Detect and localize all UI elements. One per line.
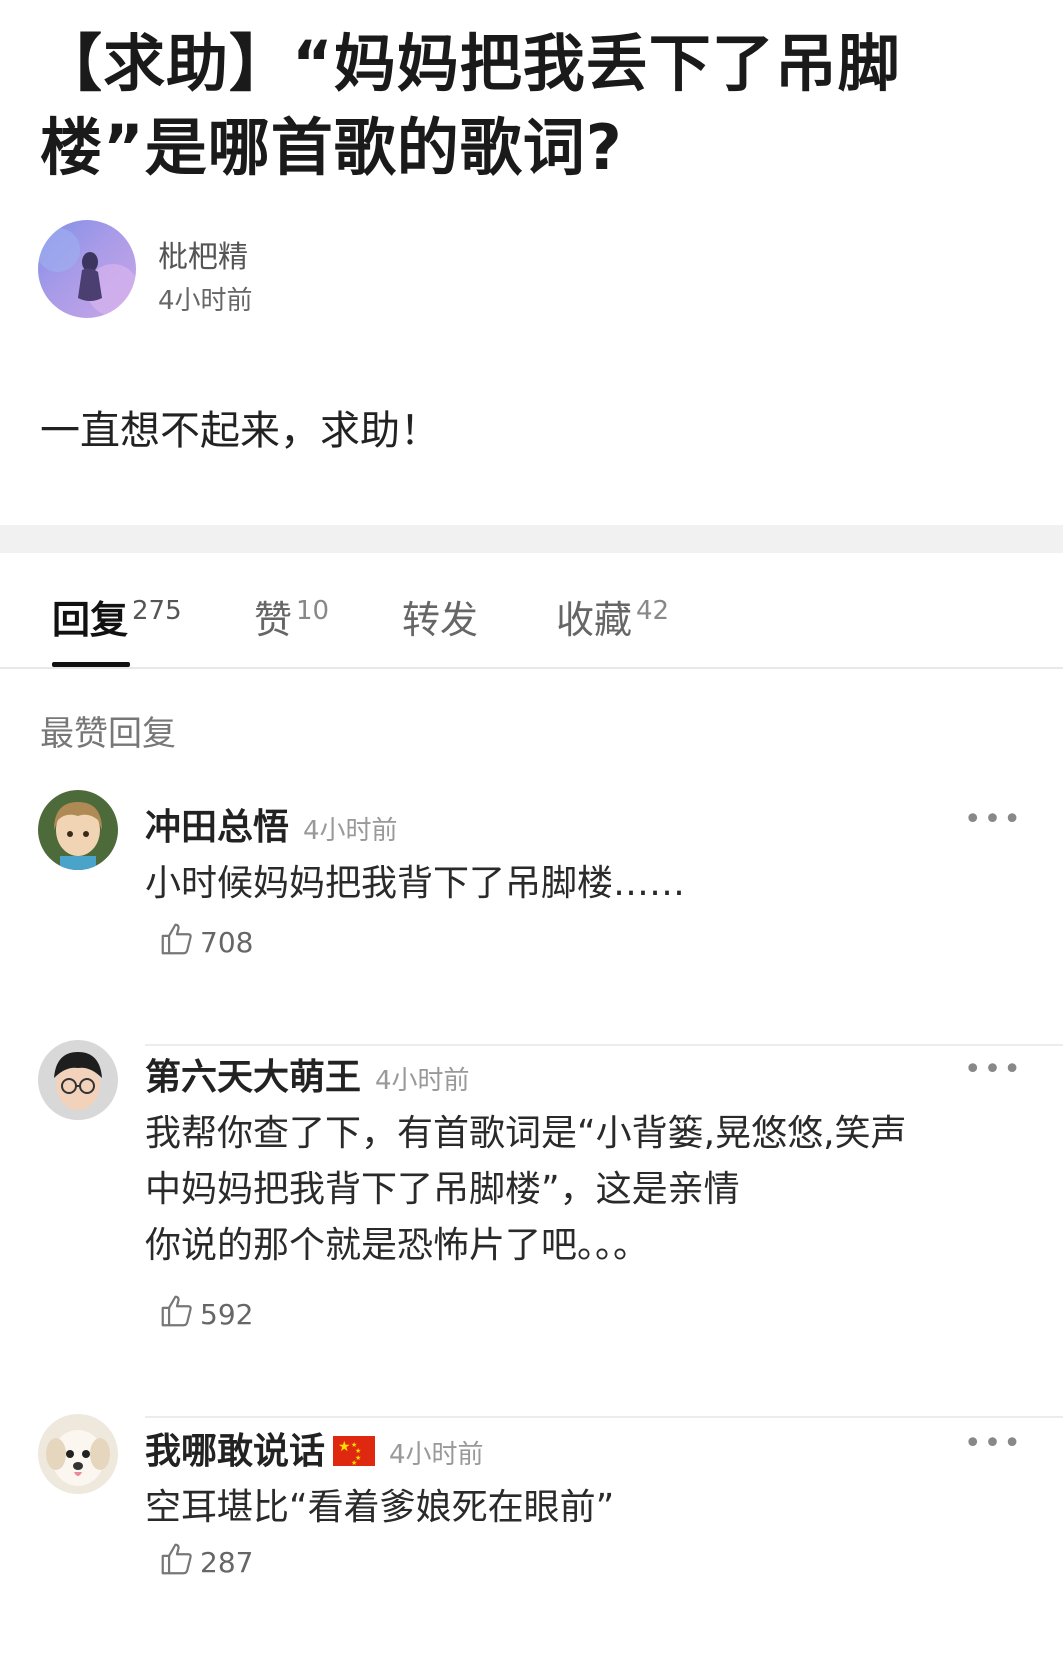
commenter-avatar[interactable] (38, 790, 118, 870)
comment-text: 小时候妈妈把我背下了吊脚楼…… (145, 856, 1005, 912)
active-tab-indicator (52, 662, 130, 667)
comment-text: 我帮你查了下，有首歌词是“小背篓,晃悠悠,笑声 中妈妈把我背下了吊脚楼”，这是亲… (145, 1106, 1005, 1274)
like-button[interactable]: 592 (158, 1292, 253, 1337)
comment-line: 小时候妈妈把我背下了吊脚楼…… (145, 863, 686, 904)
author-name[interactable]: 枇杷精 (158, 232, 248, 276)
commenter-avatar[interactable] (38, 1414, 118, 1494)
section-title: 最赞回复 (40, 714, 176, 754)
like-button[interactable]: 708 (158, 920, 253, 965)
like-count: 287 (200, 1546, 254, 1579)
commenter-name[interactable]: 我哪敢说话 ★ ★ ★ ★ ★ 4小时前 (145, 1422, 484, 1474)
comment-line: 我帮你查了下，有首歌词是“小背篓,晃悠悠,笑声 (145, 1113, 907, 1154)
tab-replies[interactable]: 回复 275 (52, 589, 182, 644)
more-dots-icon[interactable]: ••• (964, 1052, 1023, 1087)
commenter-name-text: 我哪敢说话 (145, 1431, 326, 1472)
tab-count: 42 (636, 596, 670, 626)
thumbs-up-icon (158, 1292, 200, 1337)
like-count: 592 (200, 1298, 254, 1331)
comment-item: 我哪敢说话 ★ ★ ★ ★ ★ 4小时前 ••• 空耳堪比“看着爹娘死在眼前” 287 (0, 1414, 1063, 1644)
comment-time: 4小时前 (303, 816, 398, 846)
tab-likes[interactable]: 赞 10 (254, 589, 329, 644)
tab-reposts[interactable]: 转发 (402, 589, 478, 644)
commenter-avatar[interactable] (38, 1040, 118, 1120)
comment-item: 冲田总悟 4小时前 ••• 小时候妈妈把我背下了吊脚楼…… 708 (0, 790, 1063, 1046)
comment-time: 4小时前 (389, 1440, 484, 1470)
thumbs-up-icon (158, 920, 200, 965)
commenter-name-text: 冲田总悟 (145, 807, 290, 848)
tab-label: 收藏 (556, 598, 633, 642)
comment-time: 4小时前 (375, 1066, 470, 1096)
like-count: 708 (200, 926, 254, 959)
post-time: 4小时前 (158, 286, 253, 316)
comment-item: 第六天大萌王 4小时前 ••• 我帮你查了下，有首歌词是“小背篓,晃悠悠,笑声 中… (0, 1040, 1063, 1418)
commenter-name[interactable]: 冲田总悟 4小时前 (145, 798, 398, 850)
post-title: 【求助】“妈妈把我丢下了吊脚楼”是哪首歌的歌词? (40, 27, 901, 184)
more-dots-icon[interactable]: ••• (964, 1426, 1023, 1461)
comment-line: 你说的那个就是恐怖片了吧。。。 (145, 1225, 650, 1266)
tab-favorites[interactable]: 收藏 42 (556, 589, 669, 644)
tab-label: 赞 (254, 598, 293, 642)
like-button[interactable]: 287 (158, 1540, 253, 1585)
post-body: 一直想不起来，求助！ (40, 408, 440, 454)
commenter-name[interactable]: 第六天大萌王 4小时前 (145, 1048, 470, 1100)
comment-line: 空耳堪比“看着爹娘死在眼前” (145, 1487, 615, 1528)
tab-bar: 回复 275 赞 10 转发 收藏 42 (0, 553, 1063, 669)
tab-label: 回复 (52, 598, 129, 642)
china-flag-icon: ★ ★ ★ ★ ★ (333, 1436, 376, 1467)
comment-text: 空耳堪比“看着爹娘死在眼前” (145, 1480, 1005, 1536)
tab-count: 275 (132, 596, 182, 626)
tab-count: 10 (296, 596, 330, 626)
comment-line: 中妈妈把我背下了吊脚楼”，这是亲情 (145, 1169, 740, 1210)
section-divider (0, 525, 1063, 553)
more-dots-icon[interactable]: ••• (964, 802, 1023, 837)
tab-label: 转发 (402, 598, 479, 642)
thumbs-up-icon (158, 1540, 200, 1585)
commenter-name-text: 第六天大萌王 (145, 1057, 362, 1098)
author-avatar[interactable] (38, 220, 136, 318)
